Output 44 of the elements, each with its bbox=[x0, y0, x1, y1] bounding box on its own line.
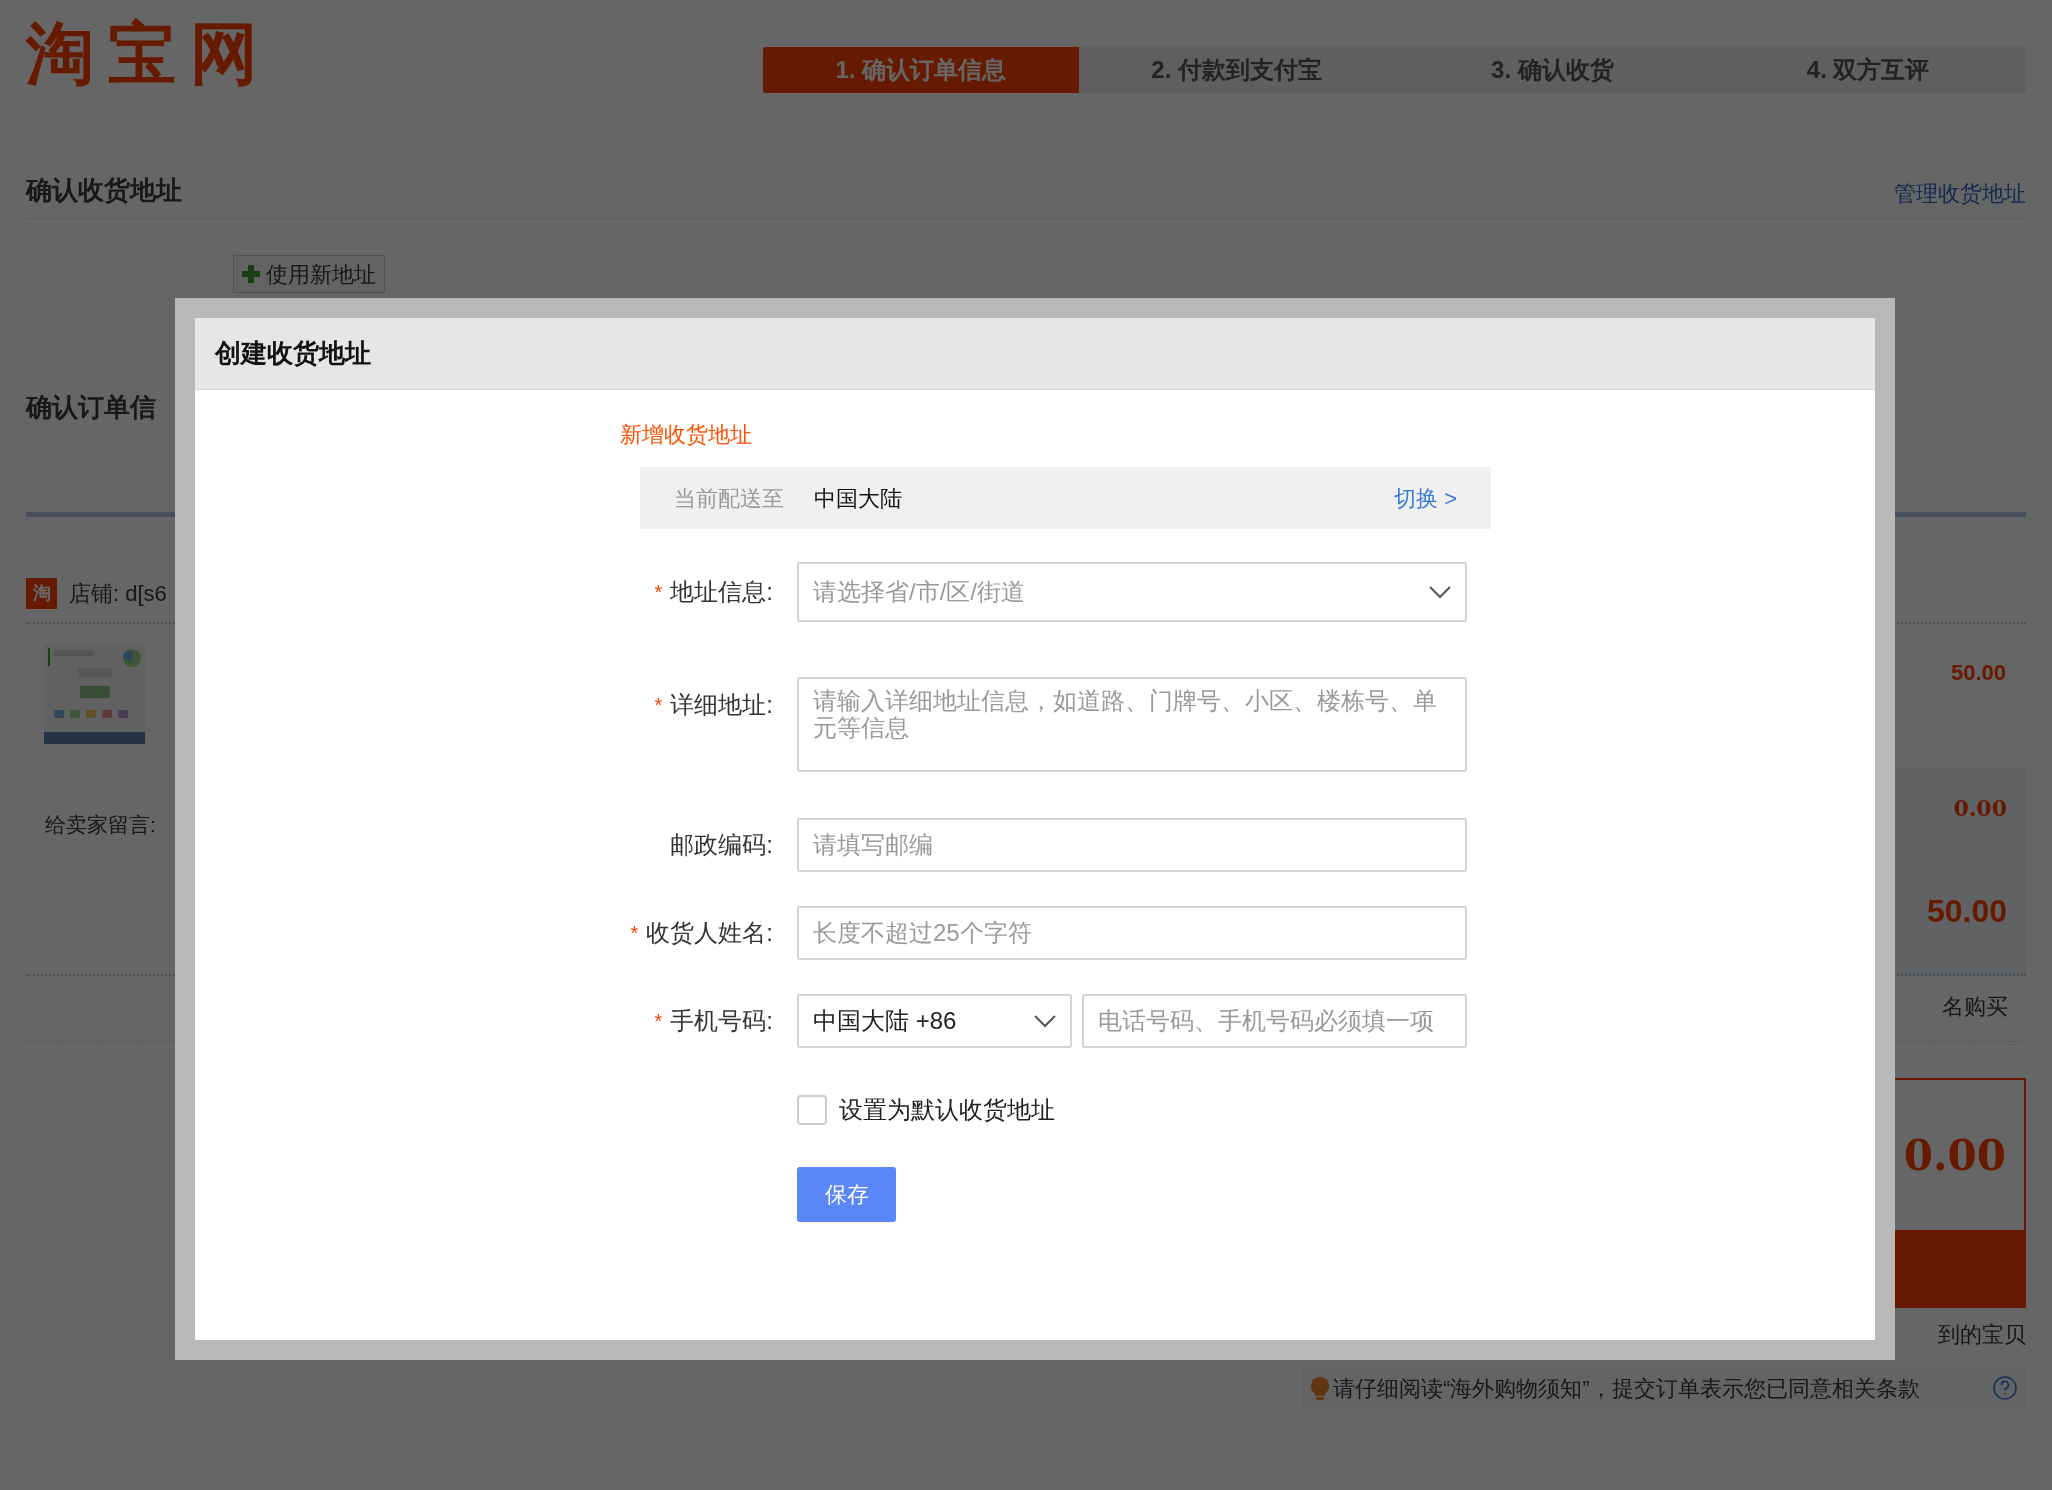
field-label: 手机号码: bbox=[670, 1006, 773, 1036]
switch-link[interactable]: 切换 > bbox=[1394, 481, 1457, 515]
field-label: 收货人姓名: bbox=[646, 918, 773, 948]
save-button[interactable]: 保存 bbox=[797, 1167, 896, 1222]
subtotal-amount: 50.00 bbox=[1926, 892, 2007, 931]
field-label: 详细地址: bbox=[670, 690, 773, 720]
plus-icon bbox=[242, 265, 260, 283]
input-field[interactable]: 长度不超过25个字符 bbox=[797, 906, 1467, 960]
required-mark: * bbox=[654, 1009, 663, 1034]
notice-text: 请仔细阅读“海外购物须知”，提交订单表示您已同意相关条款 bbox=[1333, 1374, 1920, 1403]
manage-address-link[interactable]: 管理收货地址 bbox=[1894, 177, 2026, 210]
shop-name[interactable]: 店铺: d[s6 bbox=[69, 577, 167, 610]
item-price: 50.00 bbox=[1950, 659, 2006, 687]
country-code-select[interactable]: 中国大陆 +86 bbox=[797, 994, 1072, 1048]
phone-input[interactable]: 电话号码、手机号码必须填一项 bbox=[1082, 994, 1467, 1048]
anonymous-label: 名购买 bbox=[1942, 993, 2008, 1021]
section-title: 确认收货地址 bbox=[26, 174, 182, 207]
progress-step: 1. 确认订单信息 bbox=[763, 47, 1079, 93]
input-field[interactable]: 请填写邮编 bbox=[797, 818, 1467, 872]
checkbox[interactable] bbox=[797, 1095, 827, 1125]
region-select[interactable]: 请选择省/市/区/街道 bbox=[797, 562, 1467, 622]
help-icon[interactable] bbox=[1993, 1376, 2017, 1400]
total-amount: 0.00 bbox=[1903, 1129, 2006, 1182]
destination-label: 当前配送至 bbox=[674, 484, 784, 513]
field-label: 邮政编码: bbox=[670, 830, 773, 860]
chevron-down-icon bbox=[1429, 585, 1451, 599]
form-subtitle: 新增收货地址 bbox=[620, 421, 753, 449]
lightbulb-icon bbox=[1311, 1376, 1329, 1400]
chevron-down-icon bbox=[1034, 1014, 1056, 1028]
field-label: 地址信息: bbox=[670, 577, 773, 607]
shop-badge: 淘 bbox=[26, 578, 57, 609]
required-mark: * bbox=[654, 580, 663, 605]
dialog-title: 创建收货地址 bbox=[215, 337, 371, 370]
required-mark: * bbox=[654, 693, 663, 718]
destination-value: 中国大陆 bbox=[814, 484, 902, 513]
new-address-button[interactable]: 使用新地址 bbox=[233, 255, 385, 293]
bought-items-link[interactable]: 到的宝贝 bbox=[1938, 1318, 2026, 1351]
message-label: 给卖家留言: bbox=[45, 812, 156, 838]
logo[interactable]: 淘宝网 bbox=[26, 14, 272, 94]
section-title: 确认订单信 bbox=[26, 391, 156, 424]
address-textarea[interactable]: 请输入详细地址信息，如道路、门牌号、小区、楼栋号、单元等信息 bbox=[797, 677, 1467, 772]
discount-amount: 0.00 bbox=[1953, 794, 2007, 823]
checkbox-label[interactable]: 设置为默认收货地址 bbox=[839, 1092, 1055, 1128]
required-mark: * bbox=[630, 921, 639, 946]
